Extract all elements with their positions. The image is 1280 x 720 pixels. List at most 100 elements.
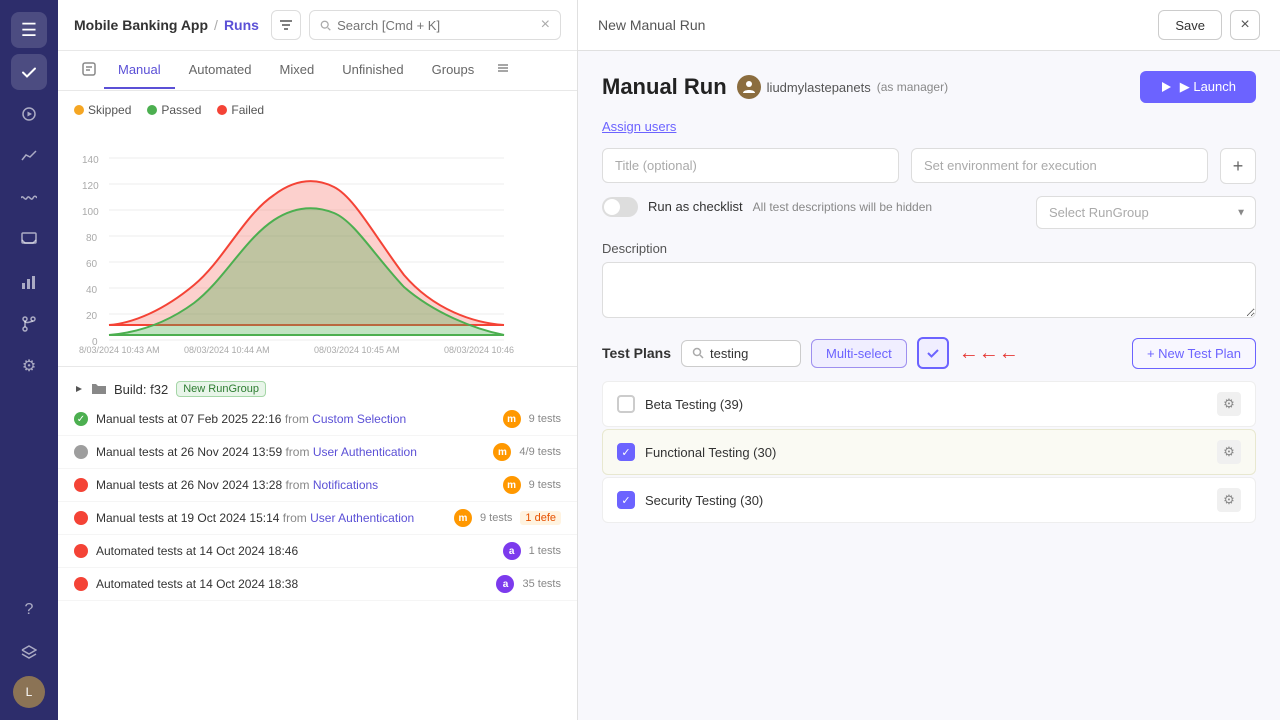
run-item[interactable]: Automated tests at 14 Oct 2024 18:38 a 3…: [58, 568, 577, 601]
right-panel: New Manual Run Save × Manual Run liudmyl…: [578, 0, 1280, 720]
search-plans-input[interactable]: [710, 346, 790, 361]
run-item[interactable]: Manual tests at 26 Nov 2024 13:28 from N…: [58, 469, 577, 502]
tp-checkbox-security[interactable]: ✓: [617, 491, 635, 509]
test-plan-item[interactable]: ✓ Security Testing (30) ⚙: [602, 477, 1256, 523]
save-button[interactable]: Save: [1158, 10, 1222, 40]
assign-users-link[interactable]: Assign users: [602, 119, 676, 134]
test-plans-header: Test Plans Multi-select ←←← + New Test P…: [602, 337, 1256, 369]
launch-icon: [1160, 81, 1172, 93]
tab-mixed[interactable]: Mixed: [266, 52, 329, 89]
nav-play-icon[interactable]: [11, 96, 47, 132]
run-item[interactable]: Manual tests at 19 Oct 2024 15:14 from U…: [58, 502, 577, 535]
nav-help-icon[interactable]: ?: [11, 592, 47, 628]
run-title: Automated tests at 14 Oct 2024 18:38: [96, 577, 488, 591]
right-header: New Manual Run Save ×: [578, 0, 1280, 51]
tp-checkbox-functional[interactable]: ✓: [617, 443, 635, 461]
status-dot-pass: ✓: [74, 412, 88, 426]
svg-text:40: 40: [86, 285, 98, 296]
passed-label: Passed: [161, 103, 201, 117]
nav-analytics-icon[interactable]: [11, 138, 47, 174]
menu-icon[interactable]: ☰: [11, 12, 47, 48]
chart-svg: 0 20 40 60 80 100 120 140 8/03/2024 10:4…: [74, 125, 514, 355]
test-plans-label: Test Plans: [602, 345, 671, 361]
status-dot-fail: [74, 478, 88, 492]
run-title: Manual tests at 19 Oct 2024 15:14 from U…: [96, 511, 446, 525]
test-plans-left: Test Plans Multi-select ←←←: [602, 337, 1019, 369]
sidebar-nav: ☰ ⚙ ? L: [0, 0, 58, 720]
tp-name-functional: Functional Testing (30): [645, 445, 1207, 460]
title-input[interactable]: [602, 148, 899, 183]
nav-barchart-icon[interactable]: [11, 264, 47, 300]
run-title: Manual tests at 26 Nov 2024 13:59 from U…: [96, 445, 485, 459]
run-item[interactable]: Manual tests at 26 Nov 2024 13:59 from U…: [58, 436, 577, 469]
breadcrumb-sep: /: [214, 17, 218, 33]
new-test-plan-button[interactable]: + New Test Plan: [1132, 338, 1256, 369]
svg-text:100: 100: [82, 207, 99, 218]
confirm-selection-button[interactable]: [917, 337, 949, 369]
search-close-icon[interactable]: ×: [541, 16, 550, 34]
tab-automated[interactable]: Automated: [175, 52, 266, 89]
description-section: Description: [602, 241, 1256, 321]
tp-name-security: Security Testing (30): [645, 493, 1207, 508]
nav-settings-icon[interactable]: ⚙: [11, 348, 47, 384]
tab-unfinished[interactable]: Unfinished: [328, 52, 417, 89]
legend-passed: Passed: [147, 103, 201, 117]
app-title: Mobile Banking App: [74, 17, 208, 33]
tp-gear-security[interactable]: ⚙: [1217, 488, 1241, 512]
legend-failed: Failed: [217, 103, 264, 117]
search-input[interactable]: [337, 18, 535, 33]
username: liudmylastepanets: [767, 80, 871, 95]
run-title: Manual tests at 07 Feb 2025 22:16 from C…: [96, 412, 495, 426]
run-item[interactable]: Automated tests at 14 Oct 2024 18:46 a 1…: [58, 535, 577, 568]
checklist-rungroup-row: Run as checklist All test descriptions w…: [602, 196, 1256, 229]
tab-more[interactable]: [488, 51, 518, 90]
status-dot-fail: [74, 577, 88, 591]
run-group-name: Build: f32: [114, 382, 168, 397]
user-avatar[interactable]: L: [13, 676, 45, 708]
svg-text:8/03/2024 10:43 AM: 8/03/2024 10:43 AM: [79, 345, 160, 355]
nav-inbox-icon[interactable]: [11, 222, 47, 258]
run-info: Automated tests at 14 Oct 2024 18:46: [96, 544, 495, 558]
right-content: Manual Run liudmylastepanets (as manager…: [578, 51, 1280, 720]
nav-wave-icon[interactable]: [11, 180, 47, 216]
chart-area: Skipped Passed Failed 0 20 40 60 80 100 …: [58, 91, 577, 367]
run-title: Automated tests at 14 Oct 2024 18:46: [96, 544, 495, 558]
legend-skipped: Skipped: [74, 103, 131, 117]
nav-branch-icon[interactable]: [11, 306, 47, 342]
tp-gear-beta[interactable]: ⚙: [1217, 392, 1241, 416]
user-avatar-sm: [737, 75, 761, 99]
checklist-toggle[interactable]: [602, 197, 638, 217]
svg-text:120: 120: [82, 181, 99, 192]
search-icon: [320, 19, 331, 32]
close-button[interactable]: ×: [1230, 10, 1260, 40]
tab-groups[interactable]: Groups: [418, 52, 489, 89]
run-heading: Manual Run liudmylastepanets (as manager…: [602, 71, 1256, 103]
runs-list: Build: f32 New RunGroup ✓ Manual tests a…: [58, 367, 577, 720]
tp-checkbox-beta[interactable]: [617, 395, 635, 413]
multiselect-button[interactable]: Multi-select: [811, 339, 907, 368]
tab-manual[interactable]: Manual: [104, 52, 175, 89]
test-count: 35 tests: [522, 578, 561, 590]
test-plan-item[interactable]: Beta Testing (39) ⚙: [602, 381, 1256, 427]
filter-button[interactable]: [271, 10, 301, 40]
tp-gear-functional[interactable]: ⚙: [1217, 440, 1241, 464]
svg-text:80: 80: [86, 233, 98, 244]
nav-layers-icon[interactable]: [11, 634, 47, 670]
manual-run-title: Manual Run: [602, 74, 727, 100]
test-plan-item[interactable]: ✓ Functional Testing (30) ⚙: [602, 429, 1256, 475]
failed-label: Failed: [231, 103, 264, 117]
nav-check-icon[interactable]: [11, 54, 47, 90]
failed-dot: [217, 105, 227, 115]
title-env-row: +: [602, 148, 1256, 184]
run-info: Manual tests at 07 Feb 2025 22:16 from C…: [96, 412, 495, 426]
svg-text:08/03/2024 10:46: 08/03/2024 10:46: [444, 345, 514, 355]
checklist-row: Run as checklist All test descriptions w…: [602, 197, 1024, 217]
expand-icon[interactable]: [74, 384, 84, 394]
launch-button[interactable]: ▶ Launch: [1140, 71, 1256, 103]
description-textarea[interactable]: [602, 262, 1256, 318]
env-input[interactable]: [911, 148, 1208, 183]
test-count: 1 tests: [529, 545, 561, 557]
rungroup-select[interactable]: Select RunGroup: [1036, 196, 1256, 229]
add-env-button[interactable]: +: [1220, 148, 1256, 184]
run-item[interactable]: ✓ Manual tests at 07 Feb 2025 22:16 from…: [58, 403, 577, 436]
